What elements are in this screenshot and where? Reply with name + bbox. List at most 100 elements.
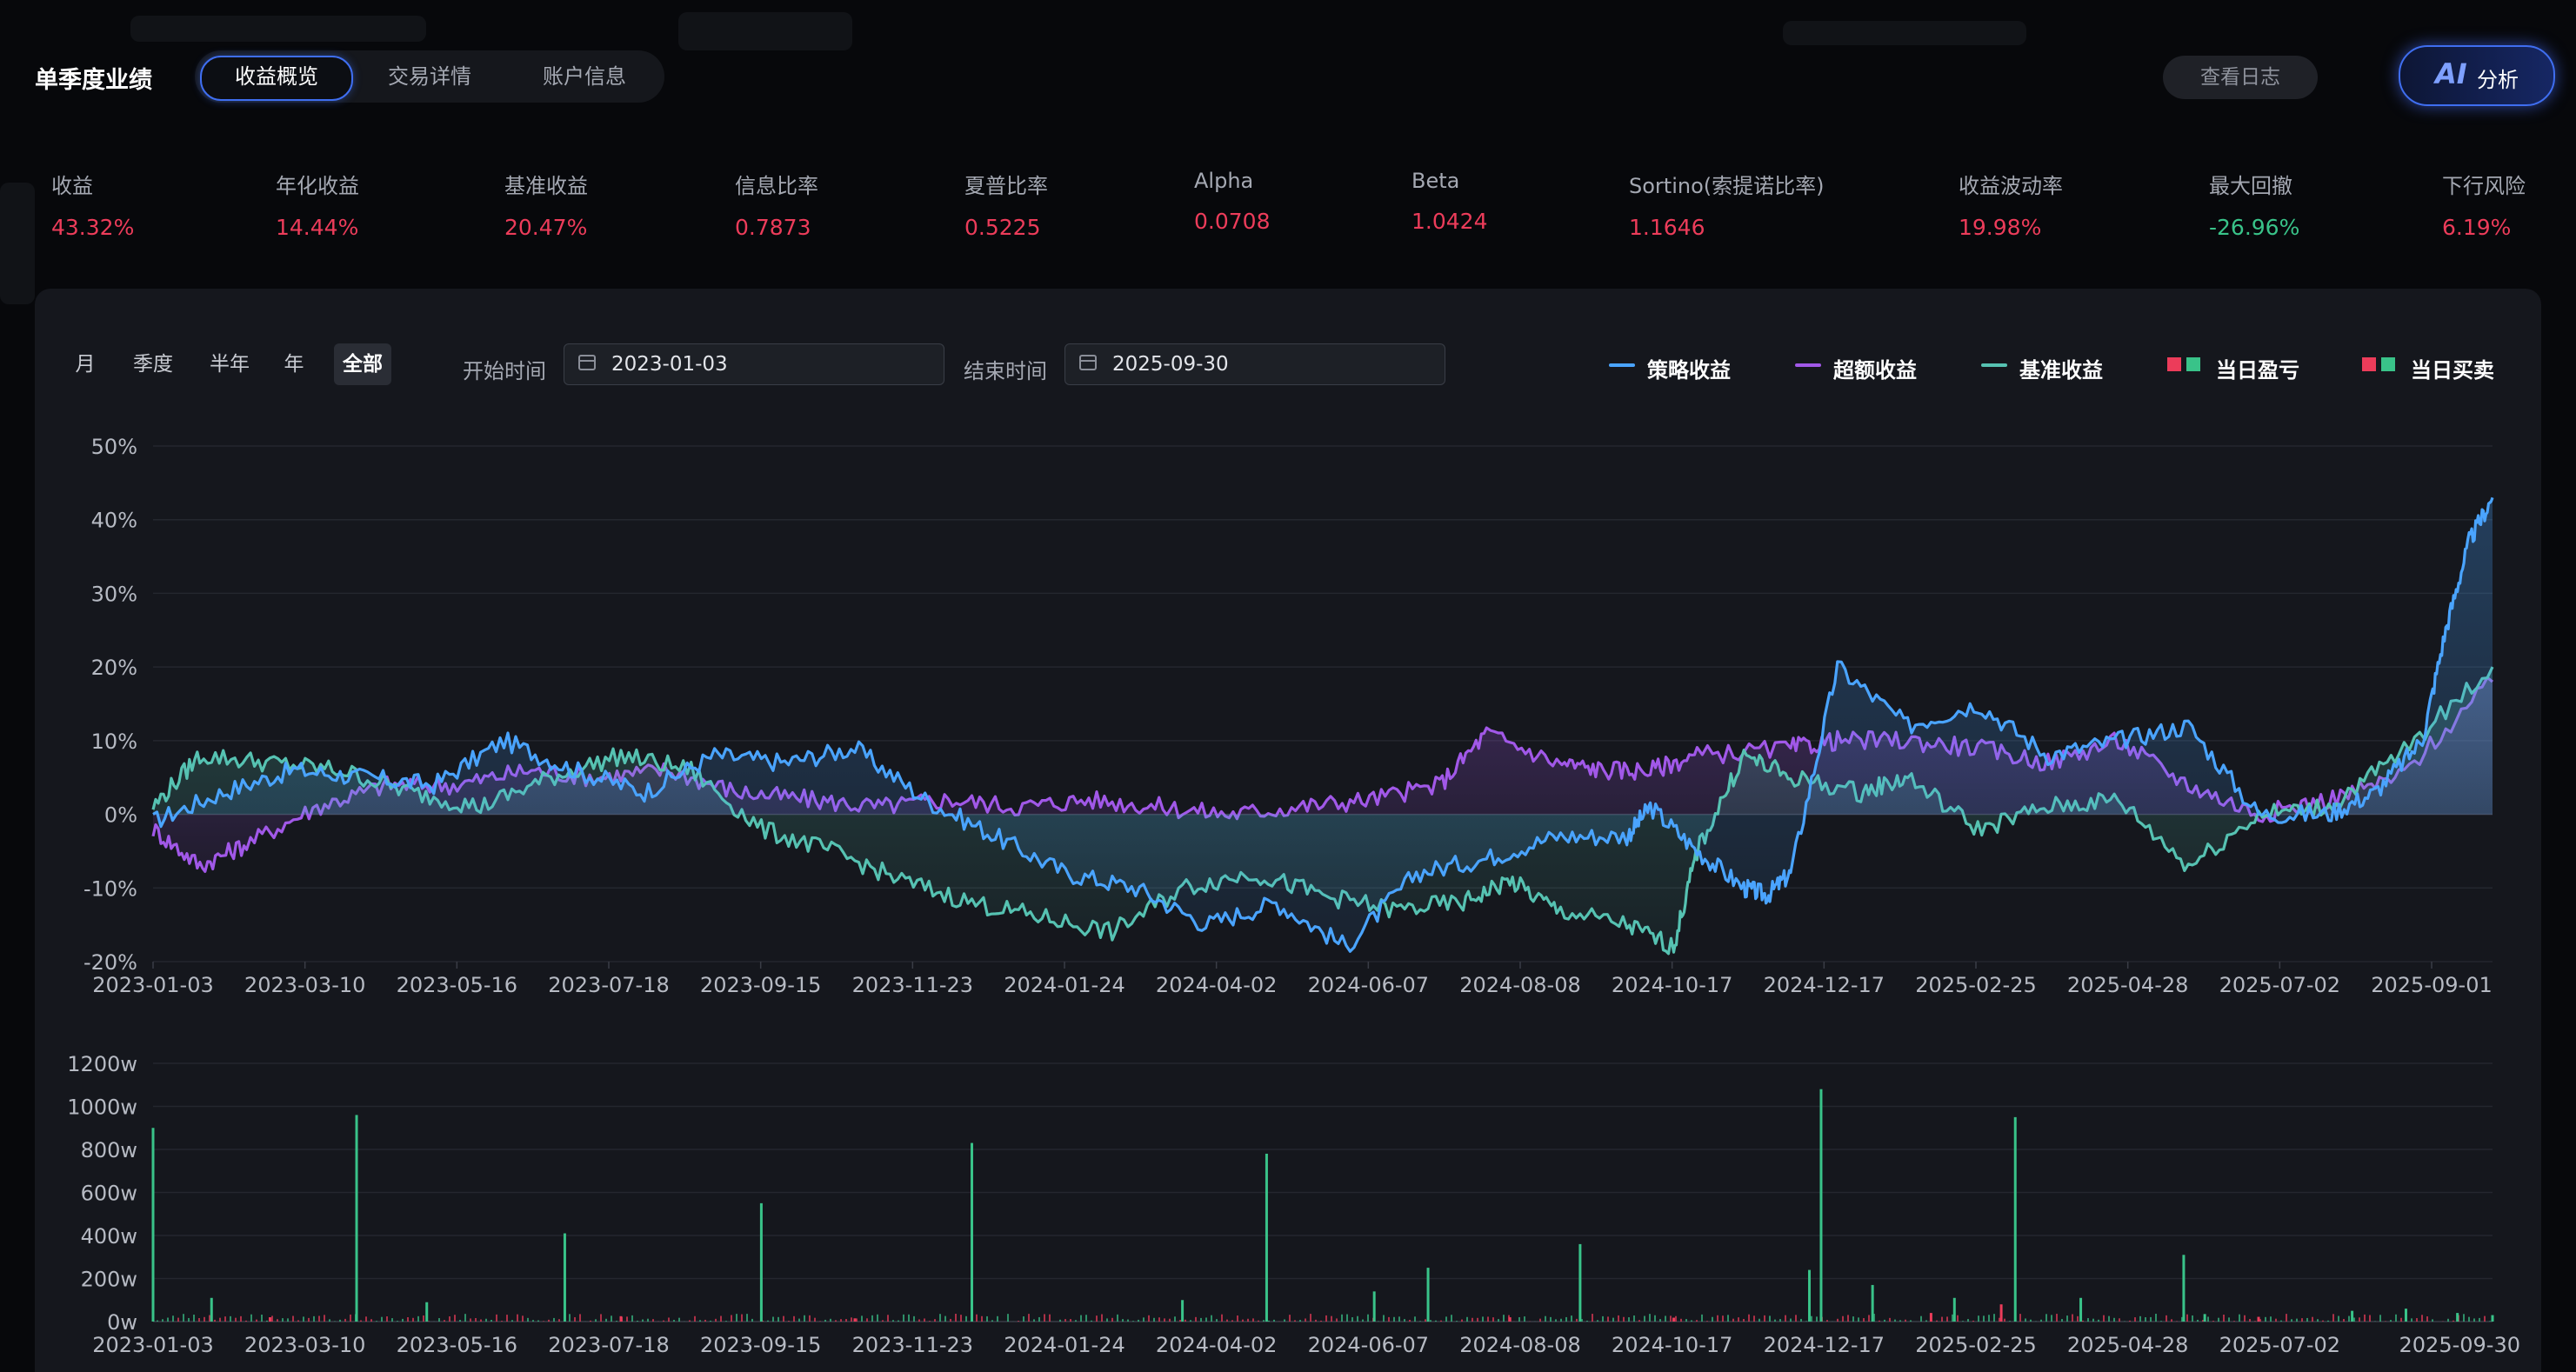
bar <box>1672 1317 1675 1322</box>
baseline-bar <box>1138 1319 1139 1322</box>
baseline-bar <box>1216 1319 1218 1322</box>
baseline-bar <box>2400 1317 2402 1322</box>
baseline-bar <box>1988 1315 1990 1322</box>
baseline-bar <box>1435 1320 1437 1322</box>
y-tick-label: 0% <box>104 803 137 828</box>
baseline-bar <box>1341 1314 1343 1322</box>
baseline-bar <box>266 1320 268 1322</box>
bar <box>2257 1316 2260 1322</box>
baseline-bar <box>1680 1318 1682 1322</box>
baseline-bar <box>2312 1316 2313 1322</box>
baseline-bar <box>2066 1315 2068 1322</box>
baseline-bar <box>579 1314 581 1322</box>
baseline-bar <box>1268 1320 1270 1322</box>
baseline-bar <box>245 1320 247 1322</box>
baseline-bar <box>350 1314 351 1322</box>
baseline-bar <box>1487 1316 1489 1322</box>
x-tick-label: 2025-02-25 <box>1915 1333 2036 1357</box>
baseline-bar <box>303 1316 304 1322</box>
bar <box>1808 1269 1812 1322</box>
baseline-bar <box>1445 1316 1447 1322</box>
baseline-bar <box>809 1315 811 1322</box>
y-tick-label: 30% <box>91 582 137 606</box>
baseline-bar <box>1158 1317 1160 1322</box>
baseline-bar <box>553 1317 555 1322</box>
baseline-bar <box>2447 1318 2449 1322</box>
baseline-bar <box>2348 1315 2350 1322</box>
baseline-bar <box>188 1317 190 1322</box>
baseline-bar <box>595 1319 597 1322</box>
baseline-bar <box>1080 1315 1082 1322</box>
baseline-bar <box>365 1316 367 1322</box>
baseline-bar <box>939 1314 941 1322</box>
bar <box>2203 1314 2206 1322</box>
baseline-bar <box>1670 1315 1672 1322</box>
baseline-bar <box>637 1320 638 1322</box>
bar <box>2456 1313 2459 1322</box>
baseline-bar <box>600 1314 602 1322</box>
baseline-bar <box>1602 1315 1604 1322</box>
x-tick-label: 2025-07-02 <box>2219 1333 2340 1357</box>
baseline-bar <box>1148 1315 1150 1322</box>
baseline-bar <box>297 1320 299 1322</box>
baseline-bar <box>1451 1315 1452 1322</box>
baseline-bar <box>955 1314 957 1322</box>
baseline-bar <box>1033 1319 1035 1322</box>
bar <box>1372 1291 1376 1322</box>
bar <box>269 1317 271 1322</box>
baseline-bar <box>209 1315 210 1322</box>
x-tick-label: 2025-09-30 <box>2399 1333 2520 1357</box>
bar <box>759 1202 763 1322</box>
baseline-bar <box>2395 1314 2397 1322</box>
baseline-bar <box>1712 1316 1713 1322</box>
bar <box>1265 1153 1268 1322</box>
baseline-bar <box>1258 1320 1259 1322</box>
x-tick-label: 2023-07-18 <box>548 1333 669 1357</box>
baseline-bar <box>2359 1317 2360 1322</box>
baseline-bar <box>313 1315 315 1322</box>
x-tick-label: 2024-12-17 <box>1764 1333 1885 1357</box>
baseline-bar <box>2286 1314 2287 1322</box>
baseline-bar <box>1555 1319 1557 1322</box>
baseline-bar <box>777 1316 779 1322</box>
baseline-bar <box>934 1319 936 1322</box>
baseline-bar <box>689 1320 691 1322</box>
baseline-bar <box>1539 1318 1541 1322</box>
baseline-bar <box>344 1318 346 1322</box>
baseline-bar <box>2239 1314 2240 1322</box>
baseline-bar <box>2327 1320 2329 1322</box>
baseline-bar <box>1205 1317 1207 1322</box>
baseline-bar <box>1477 1317 1478 1322</box>
baseline-bar <box>2218 1317 2219 1322</box>
baseline-bar <box>517 1314 518 1322</box>
baseline-bar <box>1628 1317 1630 1322</box>
baseline-bar <box>204 1316 205 1322</box>
baseline-bar <box>1383 1315 1385 1322</box>
baseline-bar <box>2223 1315 2225 1322</box>
baseline-bar <box>1837 1318 1839 1322</box>
baseline-bar <box>412 1317 414 1322</box>
baseline-bar <box>720 1315 722 1322</box>
x-tick-label: 2025-02-25 <box>1915 973 2036 997</box>
baseline-bar <box>480 1319 482 1322</box>
baseline-bar <box>444 1320 445 1322</box>
x-tick-label: 2023-05-16 <box>397 973 517 997</box>
baseline-bar <box>1117 1314 1118 1322</box>
baseline-bar <box>558 1319 560 1322</box>
baseline-bar <box>1185 1319 1186 1322</box>
baseline-bar <box>1091 1320 1092 1322</box>
baseline-bar <box>318 1315 320 1322</box>
x-tick-label: 2024-10-17 <box>1612 1333 1732 1357</box>
bar <box>971 1142 973 1322</box>
baseline-bar <box>611 1315 612 1322</box>
baseline-bar <box>1571 1315 1572 1322</box>
baseline-bar <box>1826 1320 1828 1322</box>
baseline-bar <box>1101 1314 1103 1322</box>
baseline-bar <box>1665 1315 1666 1322</box>
baseline-bar <box>1231 1320 1233 1322</box>
baseline-bar <box>710 1320 711 1322</box>
baseline-bar <box>1978 1315 1979 1322</box>
baseline-bar <box>1299 1320 1301 1322</box>
baseline-bar <box>2040 1319 2042 1322</box>
baseline-bar <box>804 1315 805 1322</box>
